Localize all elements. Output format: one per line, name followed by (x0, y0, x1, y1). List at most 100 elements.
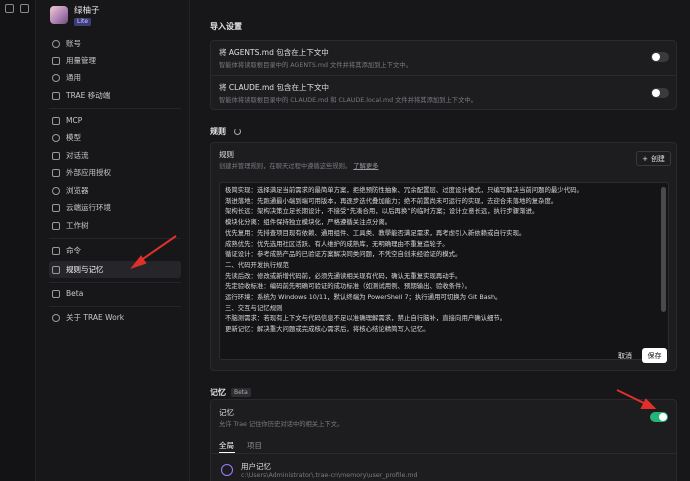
cloud-icon (52, 203, 60, 212)
command-icon (52, 246, 60, 255)
plus-icon: + (642, 154, 648, 163)
rules-scrollbar[interactable] (661, 187, 666, 312)
plan-badge: Lite (74, 18, 92, 26)
panel-icon[interactable] (20, 4, 29, 13)
sidebar-item-label: 模型 (66, 133, 81, 142)
sidebar-divider (49, 108, 181, 109)
user-icon (52, 39, 60, 48)
sidebar-item-label: 关于 TRAE Work (66, 313, 125, 322)
memory-card: 记忆 允许 Trae 记住你历史对话中的相关上下文。 全局 项目 用户记忆 c:… (210, 399, 677, 481)
worktree-icon (52, 221, 60, 230)
sidebar-item-cloud-env[interactable]: 云端运行环境 (49, 199, 181, 216)
import-settings-title: 导入设置 (210, 22, 242, 31)
rule-line: 运行环境：系统为 Windows 10/11，默认终端为 PowerShell … (225, 293, 502, 302)
profile[interactable]: 绿柚子 Lite (50, 4, 100, 26)
create-rule-button[interactable]: + 创建 (636, 151, 671, 166)
chat-flow-icon (52, 151, 60, 160)
toggle-knob (652, 89, 660, 97)
learn-more-link[interactable]: 了解更多 (353, 163, 378, 170)
claude-md-toggle[interactable] (651, 88, 669, 98)
sidebar-item-label: 外部应用授权 (66, 168, 111, 177)
rules-editor[interactable]: 极简实现：选择满足当前需求的最简单方案，拒绝预防性抽象、冗余配置层、过度设计模式… (219, 182, 669, 360)
mobile-icon (52, 91, 60, 100)
sidebar-item-commands[interactable]: 命令 (49, 242, 181, 259)
rules-card: 规则 创建并管理规则，在聊天过程中遵循这些规则。 了解更多 + 创建 极简实现：选择… (210, 142, 677, 371)
row-divider (211, 75, 676, 76)
sidebar-item-worktree[interactable]: 工作树 (49, 217, 181, 234)
sidebar-item-label: 命令 (66, 246, 81, 255)
gear-icon (52, 73, 60, 82)
rule-line: 二、代码开发执行规范 (225, 260, 289, 269)
rule-line: 模块化分离：组件保持独立模块化，严格遵循关注点分离。 (225, 218, 392, 227)
activity-bar (0, 0, 36, 481)
rule-line: 循证设计：参考成熟产品的已验证方案解决同类问题，不凭空自创未经验证的模式。 (225, 250, 462, 259)
info-icon (52, 313, 60, 322)
memory-icon (221, 464, 233, 476)
cancel-button[interactable]: 取消 (612, 348, 638, 363)
sidebar-item-label: 通用 (66, 73, 81, 82)
agents-md-toggle[interactable] (651, 52, 669, 62)
sidebar-item-mobile[interactable]: TRAE 移动端 (49, 87, 181, 104)
rules-memory-icon (52, 265, 60, 274)
rule-line: 渐进落地：先跑通最小端到端可用版本，再逐步迭代叠加能力；绝不前置尚未可运行的实现… (225, 196, 558, 205)
avatar (50, 6, 68, 24)
profile-name: 绿柚子 (74, 6, 100, 16)
sidebar-item-model[interactable]: 模型 (49, 129, 181, 146)
toggle-knob (652, 53, 660, 61)
sidebar-item-label: Beta (66, 289, 84, 298)
sidebar-item-mcp[interactable]: MCP (49, 112, 181, 129)
external-app-icon (52, 168, 60, 177)
settings-sidebar: 绿柚子 Lite 账号 用量管理 通用 TRAE 移动端 MCP 模型 对话流 … (36, 0, 190, 481)
sidebar-item-browser[interactable]: 浏览器 (49, 182, 181, 199)
create-label: 创建 (650, 154, 665, 163)
sidebar-divider (49, 238, 181, 239)
rules-section-title: 规则 (210, 126, 241, 137)
window-icon[interactable] (5, 4, 14, 13)
sidebar-item-label: 对话流 (66, 151, 89, 160)
memory-section-label: 记忆 (210, 388, 226, 397)
sidebar-item-label: 工作树 (66, 221, 89, 230)
rule-line: 不脑测需求：若现有上下文与代码信息不足以准确理解需求，禁止自行脑补，直接向用户确… (225, 314, 507, 323)
sidebar-item-rules-memory[interactable]: 规则与记忆 (49, 261, 181, 278)
rules-section-label: 规则 (210, 127, 226, 136)
save-button[interactable]: 保存 (642, 348, 667, 363)
sidebar-item-general[interactable]: 通用 (49, 69, 181, 86)
agents-md-title: 将 AGENTS.md 包含在上下文中 (219, 48, 329, 57)
sidebar-item-usage[interactable]: 用量管理 (49, 52, 181, 69)
rule-line: 优先复用：先排查项目现有依赖、通用组件、工具类、教學能否满足需求，再考虑引入新依… (225, 228, 526, 237)
user-memory-title[interactable]: 用户记忆 (241, 461, 271, 472)
sidebar-item-about[interactable]: 关于 TRAE Work (49, 309, 181, 326)
rules-card-desc: 创建并管理规则，在聊天过程中遵循这些规则。 了解更多 (219, 161, 378, 170)
settings-main: 导入设置 将 AGENTS.md 包含在上下文中 智能体将读取根目录中的 AGE… (190, 0, 690, 481)
tab-divider (211, 453, 676, 454)
tab-global[interactable]: 全局 (219, 440, 234, 451)
memory-toggle[interactable] (650, 412, 668, 422)
mcp-icon (52, 116, 60, 125)
agents-md-desc: 智能体将读取根目录中的 AGENTS.md 文件并将其添加到上下文中。 (219, 62, 412, 69)
import-settings-card: 将 AGENTS.md 包含在上下文中 智能体将读取根目录中的 AGENTS.m… (210, 40, 677, 110)
browser-icon (52, 186, 60, 195)
memory-title: 记忆 (219, 408, 234, 417)
rule-line: 更新记忆：解决重大问题或完成核心需求后，将核心结论精简写入记忆。 (225, 325, 430, 334)
sidebar-item-label: 账号 (66, 39, 81, 48)
sidebar-item-label: 浏览器 (66, 186, 89, 195)
sidebar-item-label: MCP (66, 116, 83, 125)
claude-md-title: 将 CLAUDE.md 包含在上下文中 (219, 83, 329, 92)
refresh-icon[interactable] (233, 128, 241, 135)
rule-line: 极简实现：选择满足当前需求的最简单方案，拒绝预防性抽象、冗余配置层、过度设计模式… (225, 186, 583, 194)
tab-project[interactable]: 项目 (247, 440, 262, 451)
rules-card-title: 规则 (219, 150, 234, 159)
rule-line: 先定验收标准：编码前先明确可验证的成功标准（如测试用例、预期输出、验收条件）。 (225, 282, 472, 291)
sidebar-item-beta[interactable]: Beta (49, 285, 181, 302)
rule-line: 架构长远：架构决策立足长期设计，不接受“先凑合用，以后再换”的临时方案；设计立意… (225, 207, 539, 216)
sidebar-item-chat-flow[interactable]: 对话流 (49, 147, 181, 164)
rule-line: 三、交互与记忆规则 (225, 303, 283, 312)
rules-text[interactable]: 极简实现：选择满足当前需求的最简单方案，拒绝预防性抽象、冗余配置层、过度设计模式… (225, 185, 657, 335)
sidebar-item-external-apps[interactable]: 外部应用授权 (49, 164, 181, 181)
sidebar-item-account[interactable]: 账号 (49, 35, 181, 52)
sidebar-divider (49, 306, 181, 307)
beta-icon (52, 289, 60, 298)
rules-desc-text: 创建并管理规则，在聊天过程中遵循这些规则。 (219, 163, 352, 170)
sidebar-item-label: 用量管理 (66, 56, 96, 65)
claude-md-desc: 智能体将读取根目录中的 CLAUDE.md 和 CLAUDE.local.md … (219, 97, 477, 104)
